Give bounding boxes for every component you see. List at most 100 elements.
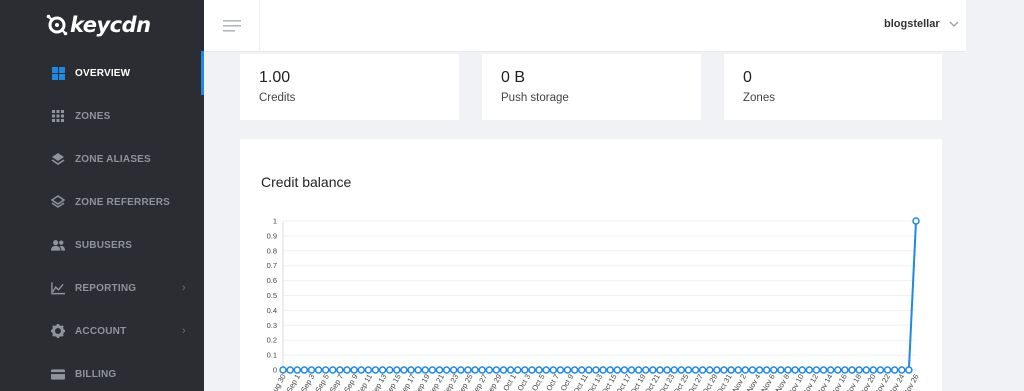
- stat-label: Zones: [743, 92, 775, 104]
- chevron-right-icon: ›: [182, 325, 186, 337]
- data-point: [513, 366, 522, 374]
- data-point: [478, 366, 486, 374]
- grid-4-icon: [51, 66, 65, 80]
- sidebar-item-zones[interactable]: ZONES: [0, 96, 204, 136]
- data-point: [905, 366, 913, 374]
- sidebar-item-overview[interactable]: OVERVIEW: [0, 53, 204, 93]
- sidebar-item-zone-aliases[interactable]: ZONE ALIASES: [0, 139, 204, 179]
- chart-line-icon: [51, 281, 65, 295]
- data-point: [442, 366, 451, 374]
- stat-card-credits: 1.00 Credits: [240, 54, 459, 120]
- sidebar-item-label: ZONE ALIASES: [75, 153, 151, 165]
- layers-outline-icon: [51, 195, 65, 209]
- chevron-down-icon[interactable]: [949, 20, 959, 28]
- data-point: [805, 366, 814, 374]
- data-point: [535, 366, 543, 374]
- data-point: [314, 366, 323, 374]
- stat-value: 0: [743, 69, 752, 86]
- data-point: [521, 366, 529, 374]
- credit-balance-chart: 00.10.20.30.40.50.60.70.80.91Aug 30Sep 1…: [267, 217, 921, 391]
- data-point: [400, 366, 408, 374]
- stat-value: 1.00: [259, 69, 291, 86]
- data-point: [528, 366, 536, 374]
- data-point: [741, 366, 750, 374]
- data-point: [492, 366, 501, 374]
- data-point: [770, 366, 778, 374]
- data-point: [329, 366, 337, 374]
- data-point: [869, 366, 878, 374]
- y-tick-label: 0.9: [267, 231, 277, 240]
- sidebar-item-zone-referrers[interactable]: ZONE REFERRERS: [0, 182, 204, 222]
- sidebar-item-account[interactable]: ACCOUNT ›: [0, 311, 204, 351]
- y-tick-label: 0.4: [267, 306, 277, 315]
- data-point: [656, 366, 664, 374]
- chevron-right-icon: ›: [182, 282, 186, 294]
- sidebar-item-label: ACCOUNT: [75, 325, 127, 337]
- sidebar-item-label: OVERVIEW: [75, 67, 131, 79]
- credit-balance-card: Credit balance 0 0.1 0.2 0.3 0.4 0.5 0.6 0.7 0.8…: [240, 139, 942, 391]
- data-point: [592, 366, 600, 374]
- top-bar: blogstellar: [204, 0, 966, 52]
- data-point: [634, 366, 643, 374]
- data-point: [826, 366, 835, 374]
- menu-toggle-button[interactable]: [204, 0, 260, 52]
- data-point: [777, 366, 785, 374]
- data-point: [556, 366, 565, 374]
- data-point: [748, 366, 757, 374]
- data-point: [677, 366, 686, 374]
- sidebar-item-billing[interactable]: BILLING: [0, 354, 204, 391]
- data-point: [670, 366, 678, 374]
- brand-name: keycdn: [70, 13, 151, 37]
- sidebar-item-subusers[interactable]: SUBUSERS: [0, 225, 204, 265]
- sidebar-item-label: REPORTING: [75, 282, 137, 294]
- gear-icon: [51, 324, 65, 338]
- data-point: [613, 366, 622, 374]
- data-point: [862, 366, 870, 374]
- sidebar-item-reporting[interactable]: REPORTING ›: [0, 268, 204, 308]
- data-point: [855, 366, 863, 374]
- data-point: [791, 366, 799, 374]
- data-point: [414, 366, 422, 374]
- data-point: [371, 366, 380, 374]
- data-point: [343, 366, 351, 374]
- data-point: [798, 366, 806, 374]
- data-point: [812, 366, 821, 374]
- y-tick-label: 0.6: [267, 276, 277, 285]
- data-point: [834, 366, 842, 374]
- data-point: [912, 217, 920, 225]
- data-point: [585, 366, 593, 374]
- data-point: [620, 366, 629, 374]
- data-point: [713, 366, 721, 374]
- stat-label: Credits: [259, 92, 296, 104]
- y-tick-label: 0.8: [267, 246, 277, 255]
- data-point: [627, 366, 636, 374]
- sidebar-item-label: SUBUSERS: [75, 239, 133, 251]
- sidebar: keycdn OVERVIEW ZONES ZONE ALIASES ZONE …: [0, 0, 204, 391]
- data-point: [435, 366, 444, 374]
- data-point: [293, 366, 301, 374]
- data-point: [691, 366, 700, 374]
- data-point: [471, 366, 479, 374]
- hamburger-icon: [222, 20, 241, 32]
- data-point: [684, 366, 693, 374]
- stat-card-push-storage: 0 B Push storage: [482, 54, 701, 120]
- keycdn-logo[interactable]: keycdn: [46, 10, 151, 40]
- data-point: [279, 366, 287, 374]
- data-point: [378, 366, 387, 374]
- data-point: [563, 366, 572, 374]
- y-tick-label: 1: [273, 217, 277, 226]
- data-point: [421, 366, 429, 374]
- data-point: [307, 366, 316, 374]
- layers-icon: [51, 152, 65, 166]
- data-point: [449, 366, 458, 374]
- data-point: [876, 366, 885, 374]
- y-tick-label: 0.2: [267, 336, 277, 345]
- x-tick-label: Nov 26: [901, 373, 921, 391]
- data-point: [649, 366, 657, 374]
- user-menu-name[interactable]: blogstellar: [884, 18, 940, 30]
- credit-card-icon: [51, 367, 65, 381]
- data-point: [841, 366, 849, 374]
- data-point: [663, 366, 671, 374]
- data-point: [577, 366, 586, 374]
- data-point: [357, 366, 365, 374]
